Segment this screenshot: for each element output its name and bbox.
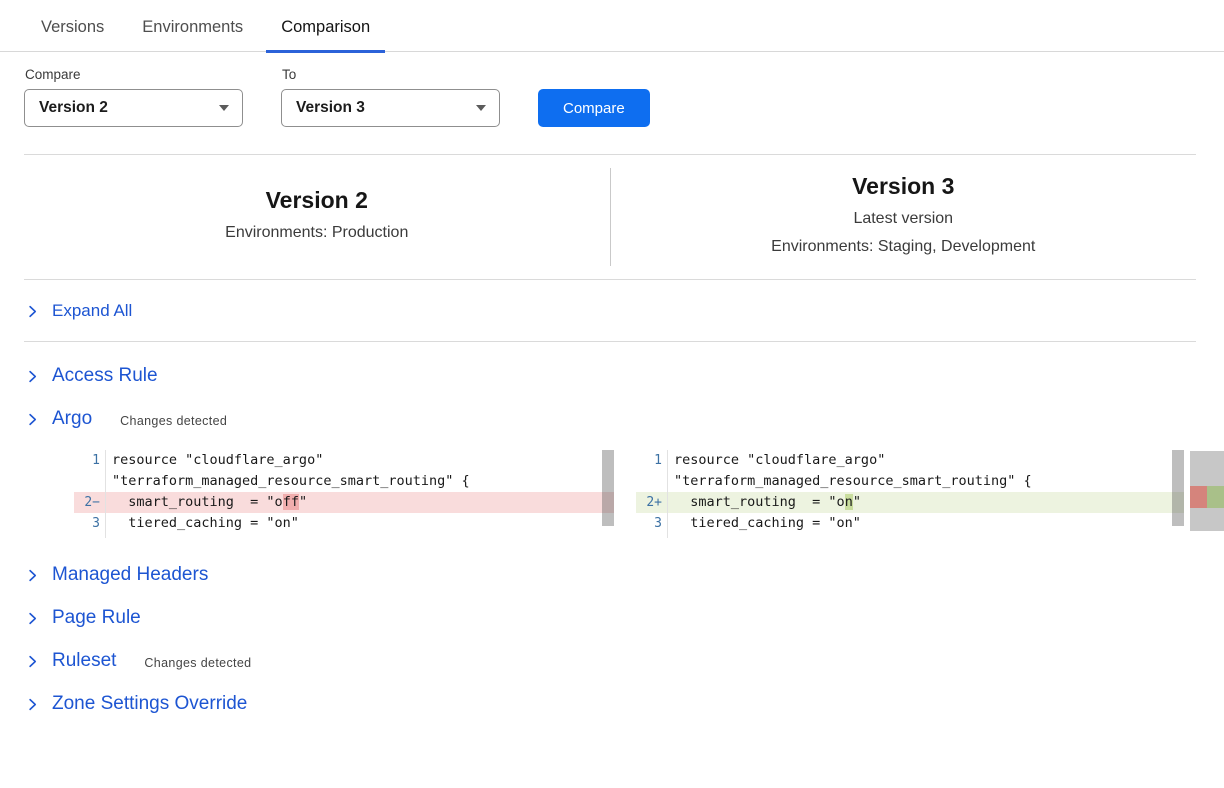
code-text: "terraform_managed_resource_smart_routin… [106,471,614,492]
code-line: } [636,534,1184,538]
deleted-word-highlight: ff [283,494,299,510]
minimap-addition-mark [1207,486,1224,508]
line-number [74,471,106,492]
diff-panel-old: 1 resource "cloudflare_argo" "terraform_… [74,450,614,538]
code-line: 3 tiered_caching = "on" [636,513,1184,534]
version-left-environments: Environments: Production [24,219,610,247]
scrollbar[interactable] [602,450,614,538]
changes-detected-badge: Changes detected [144,652,251,670]
version-header: Version 2 Environments: Production Versi… [0,155,1224,279]
changes-detected-badge: Changes detected [120,410,227,428]
argo-diff: 1 resource "cloudflare_argo" "terraform_… [74,450,1224,538]
compare-from-select[interactable]: Version 2 [24,89,243,127]
code-line: 3 tiered_caching = "on" [74,513,614,534]
section-managed-headers[interactable]: Managed Headers [26,564,1224,586]
compare-button[interactable]: Compare [538,89,650,127]
version-right-environments: Environments: Staging, Development [611,233,1197,261]
compare-to-field: To Version 3 [281,67,500,127]
code-text: resource "cloudflare_argo" [106,450,614,471]
section-label: Managed Headers [52,564,208,586]
compare-to-value: Version 3 [296,99,365,117]
tab-versions[interactable]: Versions [26,0,119,53]
diff-panel-new: 1 resource "cloudflare_argo" "terraform_… [636,450,1184,538]
compare-to-label: To [282,67,500,82]
caret-down-icon [219,105,229,111]
line-number [636,471,668,492]
added-word-highlight: n [845,494,853,510]
scrollbar-thumb[interactable] [1172,450,1184,526]
code-line: "terraform_managed_resource_smart_routin… [74,471,614,492]
code-text: tiered_caching = "on" [106,513,614,534]
code-text: resource "cloudflare_argo" [668,450,1184,471]
code-text: tiered_caching = "on" [668,513,1184,534]
code-line-deleted: 2− smart_routing = "off" [74,492,614,513]
section-label: Page Rule [52,607,141,629]
line-number: 2+ [636,492,668,513]
compare-to-select[interactable]: Version 3 [281,89,500,127]
code-line: "terraform_managed_resource_smart_routin… [636,471,1184,492]
chevron-right-icon [26,655,39,668]
minimap-deletion-mark [1190,486,1207,508]
expand-all-label: Expand All [52,301,132,321]
section-label: Argo [52,408,92,430]
code-line: 1 resource "cloudflare_argo" [636,450,1184,471]
version-right-subtitle: Latest version [611,205,1197,233]
tab-environments[interactable]: Environments [127,0,258,53]
code-line: } [74,534,614,538]
diff-overview-minimap [1190,450,1224,538]
code-text: smart_routing = "on" [668,492,1184,513]
scrollbar-thumb[interactable] [602,450,614,526]
line-number: 1 [636,450,668,471]
line-number [636,534,668,538]
compare-from-value: Version 2 [39,99,108,117]
compare-controls: Compare Version 2 To Version 3 Compare [0,52,1224,127]
line-number: 2− [74,492,106,513]
caret-down-icon [476,105,486,111]
chevron-right-icon [26,698,39,711]
compare-from-label: Compare [25,67,243,82]
version-left-column: Version 2 Environments: Production [24,187,610,247]
line-number [74,534,106,538]
code-text: } [106,534,614,538]
version-right-title: Version 3 [611,173,1197,200]
code-text: } [668,534,1184,538]
code-line: 1 resource "cloudflare_argo" [74,450,614,471]
compare-from-field: Compare Version 2 [24,67,243,127]
expand-all-button[interactable]: Expand All [0,280,1224,341]
version-left-title: Version 2 [24,187,610,214]
code-text: "terraform_managed_resource_smart_routin… [668,471,1184,492]
section-label: Ruleset [52,650,116,672]
line-number: 1 [74,450,106,471]
tab-comparison[interactable]: Comparison [266,0,385,53]
chevron-right-icon [26,569,39,582]
version-right-column: Version 3 Latest version Environments: S… [611,173,1197,260]
line-number: 3 [74,513,106,534]
section-access-rule[interactable]: Access Rule [26,365,1224,387]
chevron-right-icon [26,370,39,383]
tab-bar: Versions Environments Comparison [0,0,1224,52]
chevron-right-icon [26,612,39,625]
section-label: Access Rule [52,365,158,387]
code-text: smart_routing = "off" [106,492,614,513]
section-page-rule[interactable]: Page Rule [26,607,1224,629]
chevron-right-icon [26,305,39,318]
section-argo[interactable]: Argo Changes detected [26,408,1224,430]
section-ruleset[interactable]: Ruleset Changes detected [26,650,1224,672]
section-list: Access Rule Argo Changes detected 1 reso… [0,342,1224,715]
line-number: 3 [636,513,668,534]
section-zone-settings-override[interactable]: Zone Settings Override [26,693,1224,715]
scrollbar[interactable] [1172,450,1184,538]
section-label: Zone Settings Override [52,693,247,715]
code-line-added: 2+ smart_routing = "on" [636,492,1184,513]
chevron-right-icon [26,413,39,426]
